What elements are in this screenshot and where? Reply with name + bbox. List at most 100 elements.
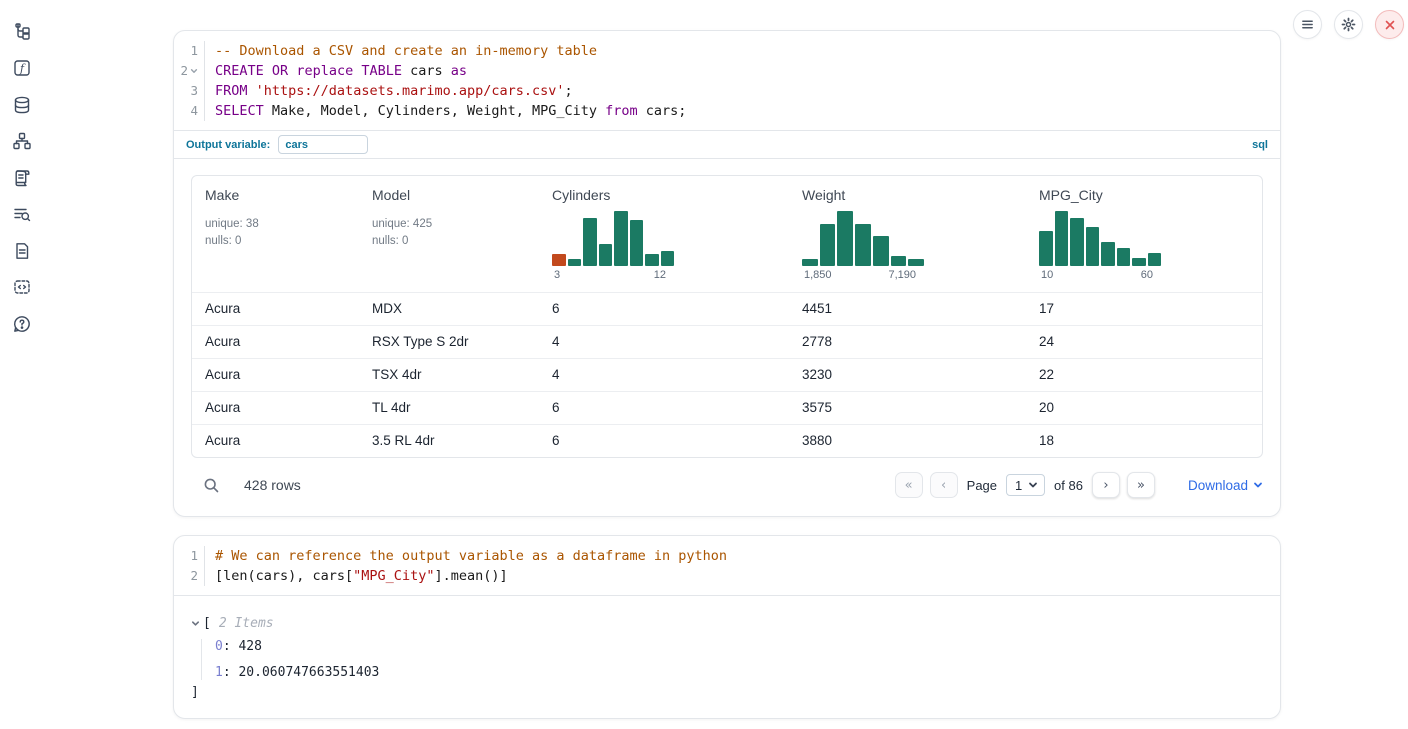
- datasources-icon[interactable]: [12, 94, 33, 115]
- code-line[interactable]: 1-- Download a CSV and create an in-memo…: [174, 41, 1280, 61]
- histogram-axis-labels: 1060: [1039, 269, 1161, 284]
- page-select-value: 1: [1015, 478, 1022, 493]
- code-line[interactable]: 4 SELECT Make, Model, Cylinders, Weight, …: [174, 101, 1280, 121]
- histogram-bar: [820, 224, 836, 266]
- logs-icon[interactable]: [12, 204, 33, 225]
- column-name[interactable]: Weight: [802, 187, 1018, 203]
- histogram-bar: [855, 224, 871, 266]
- table-row[interactable]: AcuraRSX Type S 2dr4277824: [192, 325, 1262, 358]
- code-token: TABLE: [361, 63, 402, 79]
- histogram-bar: [1132, 258, 1146, 266]
- histogram-chart[interactable]: [1039, 211, 1161, 266]
- table-row[interactable]: AcuraMDX6445117: [192, 292, 1262, 325]
- column-name[interactable]: MPG_City: [1039, 187, 1254, 203]
- table-cell: 4451: [789, 293, 1026, 325]
- code-text: SELECT Make, Model, Cylinders, Weight, M…: [205, 101, 686, 121]
- table-row[interactable]: Acura3.5 RL 4dr6388018: [192, 424, 1262, 457]
- axis-min-label: 3: [554, 269, 560, 281]
- settings-button[interactable]: [1334, 10, 1363, 39]
- column-header-weight: Weight 1,8507,190: [789, 176, 1026, 292]
- code-line[interactable]: 2[len(cars), cars["MPG_City"].mean()]: [174, 566, 1280, 586]
- column-name[interactable]: Make: [205, 187, 351, 203]
- histogram-bar: [891, 256, 907, 266]
- line-number-text: 2: [180, 61, 188, 81]
- histogram-chart[interactable]: [802, 211, 924, 266]
- python-code-lines: 1# We can reference the output variable …: [174, 546, 1280, 586]
- python-code-editor[interactable]: 1# We can reference the output variable …: [174, 536, 1280, 595]
- line-number: 1: [174, 546, 205, 566]
- sql-cell-output: Makeunique: 38nulls: 0Modelunique: 425nu…: [174, 158, 1280, 516]
- page-select[interactable]: 1: [1006, 474, 1045, 496]
- help-icon[interactable]: [12, 313, 33, 334]
- column-name[interactable]: Model: [372, 187, 531, 203]
- histogram-bar: [599, 244, 613, 266]
- histogram-chart[interactable]: [552, 211, 674, 266]
- output-variable-input[interactable]: [278, 135, 368, 154]
- scratchpad-icon[interactable]: [12, 167, 33, 188]
- item-separator: :: [223, 639, 239, 654]
- variables-icon[interactable]: f: [12, 58, 33, 79]
- prev-page-button[interactable]: ‹: [930, 472, 958, 498]
- next-page-button[interactable]: ›: [1092, 472, 1120, 498]
- list-item: 1: 20.060747663551403: [215, 665, 1263, 680]
- histogram-bar: [1148, 253, 1162, 266]
- close-button[interactable]: [1375, 10, 1404, 39]
- histogram-bar: [1117, 248, 1131, 266]
- table-body: AcuraMDX6445117AcuraRSX Type S 2dr427782…: [192, 292, 1262, 457]
- chevron-down-icon: [1028, 480, 1038, 490]
- item-key: 1: [215, 665, 223, 680]
- line-number-text: 2: [190, 566, 198, 586]
- table-cell: 6: [539, 392, 789, 424]
- line-number: 3: [174, 81, 205, 101]
- item-value: 428: [238, 639, 261, 654]
- table-row[interactable]: AcuraTSX 4dr4323022: [192, 358, 1262, 391]
- code-token: OR: [272, 63, 288, 79]
- line-number-text: 4: [190, 101, 198, 121]
- table-row[interactable]: AcuraTL 4dr6357520: [192, 391, 1262, 424]
- line-number: 1: [174, 41, 205, 61]
- table-cell: 24: [1026, 326, 1262, 358]
- topbar: [1293, 10, 1404, 39]
- data-table: Makeunique: 38nulls: 0Modelunique: 425nu…: [191, 175, 1263, 458]
- table-cell: 3230: [789, 359, 1026, 391]
- collapse-chevron-icon[interactable]: [191, 619, 200, 628]
- search-button[interactable]: [203, 477, 220, 494]
- menu-button[interactable]: [1293, 10, 1322, 39]
- code-token: as: [451, 63, 467, 79]
- table-cell: Acura: [192, 293, 359, 325]
- axis-min-label: 1,850: [804, 269, 832, 281]
- snippets-icon[interactable]: [12, 277, 33, 298]
- column-header-mpg_city: MPG_City 1060: [1026, 176, 1262, 292]
- column-histogram: 1,8507,190: [802, 211, 924, 284]
- line-number: 2: [174, 61, 205, 81]
- language-badge[interactable]: sql: [1252, 139, 1268, 151]
- first-page-button[interactable]: «: [895, 472, 923, 498]
- sql-code-editor[interactable]: 1-- Download a CSV and create an in-memo…: [174, 31, 1280, 130]
- download-button[interactable]: Download: [1188, 478, 1263, 493]
- python-cell: 1# We can reference the output variable …: [173, 535, 1281, 719]
- output-list-items: 0: 4281: 20.060747663551403: [201, 639, 1263, 680]
- last-page-icon: »: [1137, 478, 1145, 493]
- table-cell: 4: [539, 359, 789, 391]
- close-icon: [1384, 19, 1396, 31]
- fold-chevron-icon[interactable]: [190, 67, 198, 75]
- code-line[interactable]: 3FROM 'https://datasets.marimo.app/cars.…: [174, 81, 1280, 101]
- code-line[interactable]: 2CREATE OR replace TABLE cars as: [174, 61, 1280, 81]
- null-count: nulls: 0: [372, 233, 531, 250]
- code-token: [len(cars), cars[: [215, 568, 353, 584]
- last-page-button[interactable]: »: [1127, 472, 1155, 498]
- histogram-axis-labels: 1,8507,190: [802, 269, 924, 284]
- file-explorer-icon[interactable]: [12, 21, 33, 42]
- table-footer: 428 rows « ‹ Page 1 of 86 › » Download: [191, 470, 1263, 500]
- column-name[interactable]: Cylinders: [552, 187, 781, 203]
- documentation-icon[interactable]: [12, 240, 33, 261]
- code-line[interactable]: 1# We can reference the output variable …: [174, 546, 1280, 566]
- table-cell: 4: [539, 326, 789, 358]
- table-cell: 17: [1026, 293, 1262, 325]
- table-cell: 3575: [789, 392, 1026, 424]
- table-header: Makeunique: 38nulls: 0Modelunique: 425nu…: [192, 176, 1262, 292]
- table-cell: 3.5 RL 4dr: [359, 425, 539, 457]
- dependency-graph-icon[interactable]: [12, 131, 33, 152]
- line-number-text: 1: [190, 546, 198, 566]
- histogram-bar: [908, 259, 924, 266]
